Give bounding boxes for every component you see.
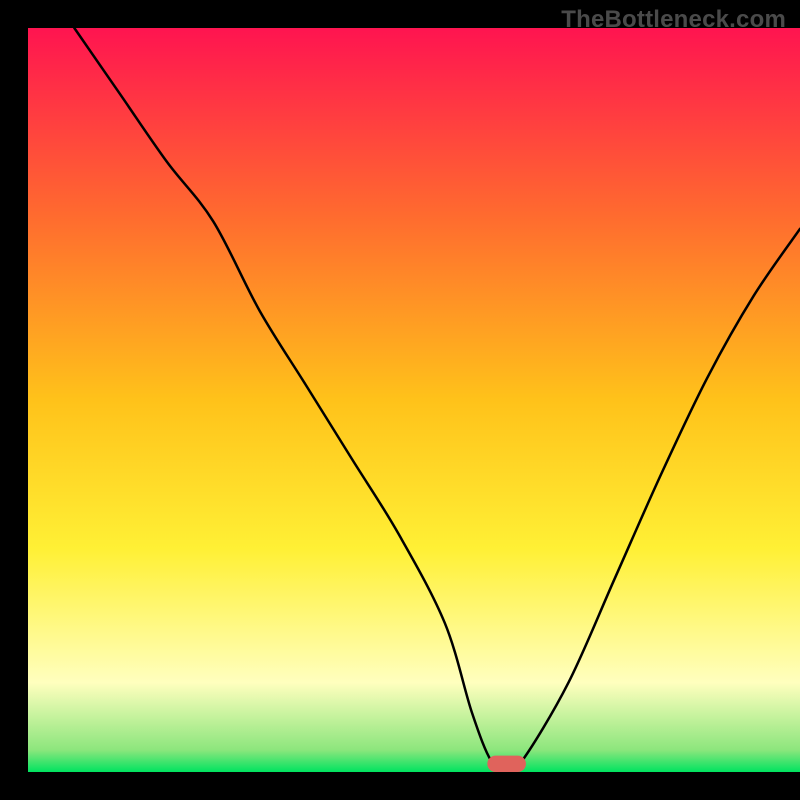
watermark-text: TheBottleneck.com <box>561 6 786 34</box>
bottleneck-chart <box>0 0 800 800</box>
chart-frame: TheBottleneck.com <box>0 0 800 800</box>
plot-background <box>28 28 800 772</box>
optimal-marker <box>487 756 526 772</box>
